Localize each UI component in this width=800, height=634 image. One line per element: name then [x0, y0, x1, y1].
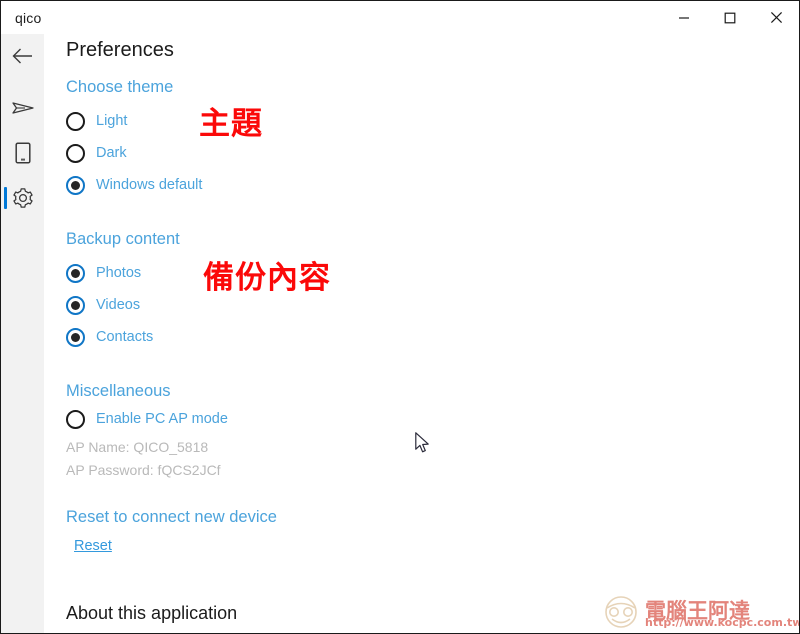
radio-label: Windows default [96, 177, 203, 193]
section-heading-backup-content: Backup content [66, 230, 180, 248]
application-window: qico Preferences Choose theme Light Dark… [0, 0, 800, 634]
radio-indicator [66, 409, 85, 429]
app-logo: qico [15, 9, 42, 26]
radio-label: Light [96, 113, 128, 129]
sidebar-item-settings[interactable] [1, 176, 44, 220]
annotation-theme: 主題 [199, 106, 263, 142]
section-heading-reset-device: Reset to connect new device [66, 508, 277, 526]
back-arrow-icon [12, 48, 32, 64]
section-heading-miscellaneous: Miscellaneous [66, 382, 171, 400]
radio-label: Dark [96, 145, 127, 161]
radio-backup-photos[interactable]: Photos [66, 262, 141, 284]
radio-theme-light[interactable]: Light [66, 110, 127, 132]
radio-backup-videos[interactable]: Videos [66, 294, 140, 316]
sidebar-item-send[interactable] [1, 86, 44, 130]
send-icon [11, 102, 34, 114]
window-controls [661, 1, 799, 34]
radio-theme-dark[interactable]: Dark [66, 142, 127, 164]
ap-name-text: AP Name: QICO_5818 [66, 439, 209, 455]
radio-theme-windows-default[interactable]: Windows default [66, 174, 202, 196]
radio-label: Enable PC AP mode [96, 411, 228, 427]
page-title: Preferences [66, 39, 174, 61]
radio-indicator [66, 111, 85, 131]
section-heading-choose-theme: Choose theme [66, 78, 174, 96]
main-content: Preferences Choose theme Light Dark Wind… [44, 34, 799, 633]
mouse-cursor [415, 432, 429, 453]
radio-backup-contacts[interactable]: Contacts [66, 326, 153, 348]
title-bar: qico [1, 1, 799, 34]
gear-icon [12, 188, 33, 208]
sidebar-rail [1, 34, 44, 633]
radio-indicator [66, 143, 85, 163]
radio-indicator [66, 327, 85, 347]
close-icon [770, 11, 782, 24]
radio-enable-pc-ap-mode[interactable]: Enable PC AP mode [66, 408, 228, 430]
minimize-button[interactable] [661, 1, 707, 34]
maximize-button[interactable] [707, 1, 753, 34]
radio-indicator [66, 175, 85, 195]
annotation-backup: 備份內容 [203, 260, 331, 296]
phone-icon [14, 142, 31, 164]
radio-label: Videos [96, 297, 141, 313]
sidebar-item-device[interactable] [1, 131, 44, 175]
radio-indicator [66, 263, 85, 283]
close-button[interactable] [753, 1, 799, 34]
radio-label: Contacts [96, 329, 154, 345]
reset-link[interactable]: Reset [74, 538, 112, 554]
section-heading-about: About this application [66, 603, 238, 623]
radio-label: Photos [96, 265, 142, 281]
ap-password-text: AP Password: fQCS2JCf [66, 462, 221, 478]
sidebar-item-back[interactable] [1, 34, 44, 78]
radio-indicator [66, 295, 85, 315]
minimize-icon [679, 16, 689, 19]
maximize-icon [724, 12, 736, 23]
